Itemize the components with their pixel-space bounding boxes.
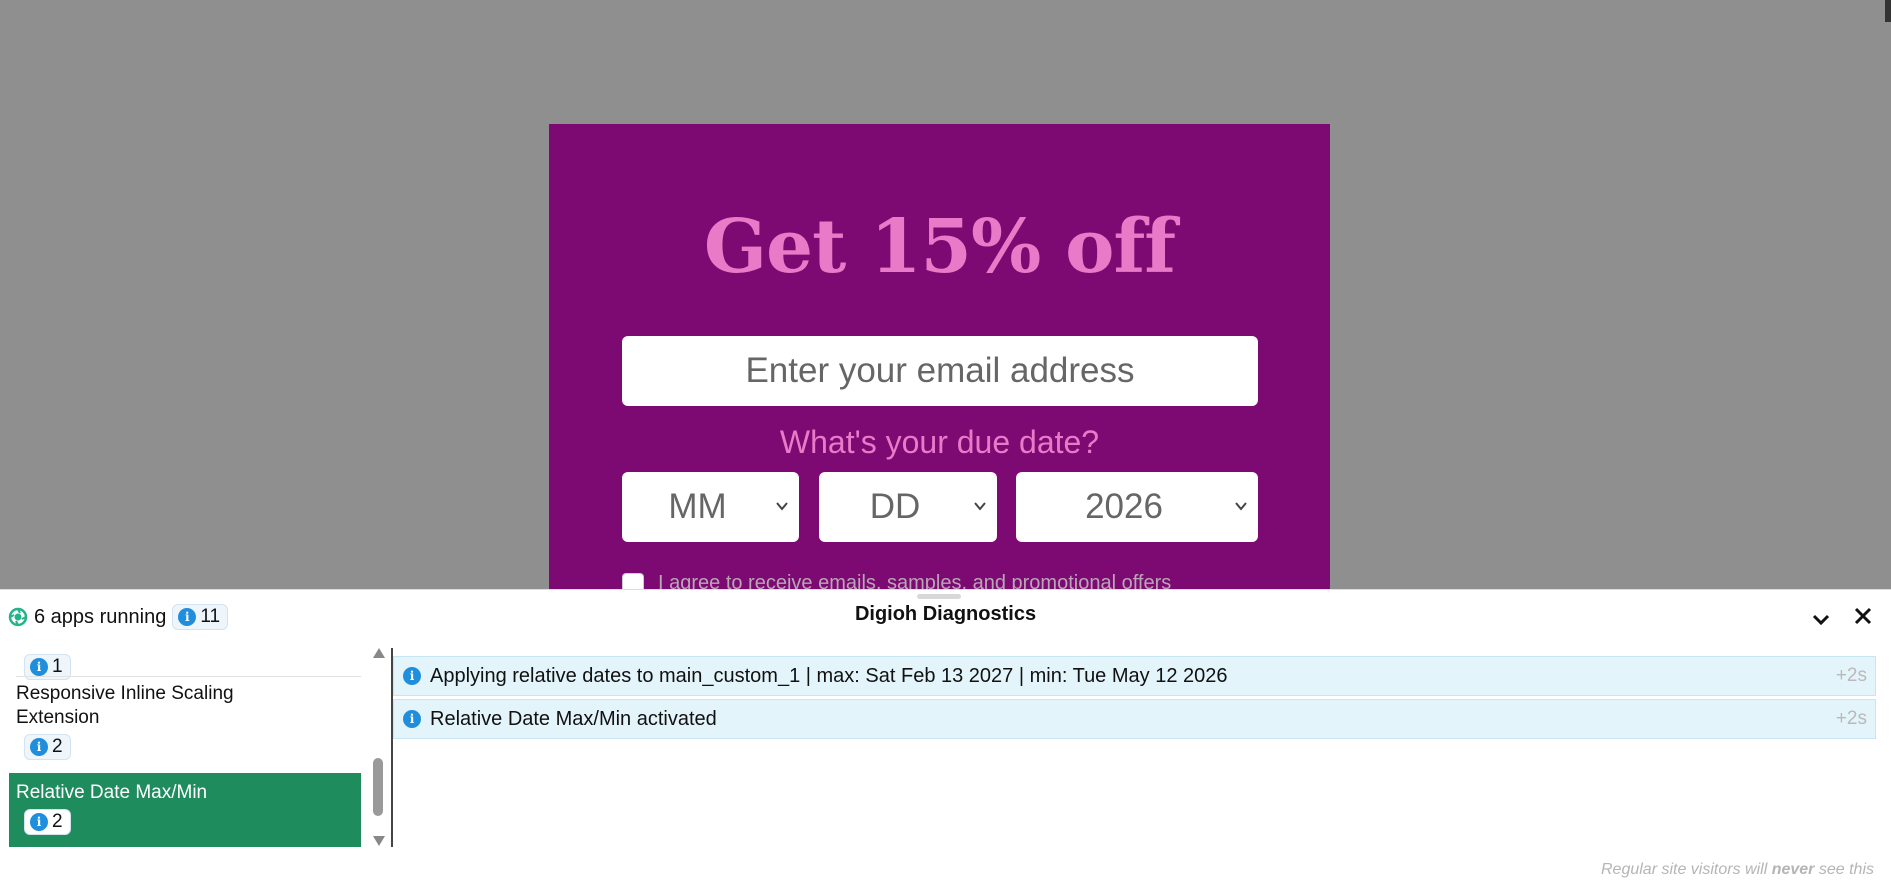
day-select[interactable]: DD [819,472,997,542]
year-select-value: 2026 [1085,487,1163,526]
app-list-scrollbar[interactable] [370,648,388,848]
scroll-down-arrow-icon[interactable] [373,836,385,846]
info-count: 2 [52,811,63,832]
log-list: i Applying relative dates to main_custom… [393,656,1876,742]
divider [16,676,361,677]
info-count: 11 [200,606,221,627]
log-time: +2s [1835,665,1867,686]
year-select[interactable]: 2026 [1016,472,1258,542]
due-date-label: What's your due date? [779,424,1100,460]
month-select-value: MM [668,487,727,526]
info-icon: i [30,738,48,756]
footnote-emph: never [1771,861,1815,878]
info-count-badge: i 2 [24,734,71,760]
popup-title: Get 15% off [703,204,1176,290]
chevron-down-icon [974,502,986,511]
info-icon: i [403,710,421,728]
apps-running-label: 6 apps running [34,605,167,628]
log-message: Applying relative dates to main_custom_1… [430,664,1228,687]
visitor-footnote: Regular site visitors will never see thi… [1601,861,1874,879]
info-count: 2 [52,736,63,757]
month-select[interactable]: MM [622,472,799,542]
digioh-logo-icon [8,607,28,627]
diagnostics-panel: 6 apps running i 11 Digioh Diagnostics i… [0,589,1891,893]
log-time: +2s [1835,708,1867,729]
chevron-down-icon [776,502,788,511]
log-message: Relative Date Max/Min activated [430,707,717,730]
apps-running-summary[interactable]: 6 apps running i 11 [8,604,229,630]
chevron-down-icon[interactable] [1810,608,1832,630]
footnote-post: see this [1814,861,1874,878]
info-icon: i [403,667,421,685]
app-name: Relative Date Max/Min [16,782,208,803]
log-entry: i Relative Date Max/Min activated +2s [393,699,1876,739]
scroll-thumb[interactable] [373,758,383,816]
info-icon: i [178,608,197,626]
footnote-pre: Regular site visitors will [1600,861,1772,878]
info-count-badge: i 2 [24,809,71,835]
day-select-value: DD [869,487,921,526]
log-entry: i Applying relative dates to main_custom… [393,656,1876,696]
scroll-up-arrow-icon[interactable] [373,648,385,658]
email-input[interactable] [622,336,1258,406]
close-icon[interactable] [1852,605,1874,627]
app-list-item-active[interactable]: Relative Date Max/Min i 2 [9,773,361,847]
panel-title: Digioh Diagnostics [854,603,1037,625]
info-icon: i [30,813,48,831]
info-icon: i [30,658,48,676]
info-count-badge[interactable]: i 11 [172,604,229,630]
resize-handle[interactable] [917,594,961,599]
window-corner [1885,0,1891,22]
info-count: 1 [52,656,63,677]
app-list: i 1 Responsive Inline Scaling Extension … [9,648,361,847]
signup-popup: Get 15% off What's your due date? MM DD … [549,124,1330,594]
chevron-down-icon [1235,502,1247,511]
app-name: Responsive Inline Scaling Extension [16,683,234,728]
app-list-item[interactable]: Responsive Inline Scaling Extension i 2 [9,682,361,760]
